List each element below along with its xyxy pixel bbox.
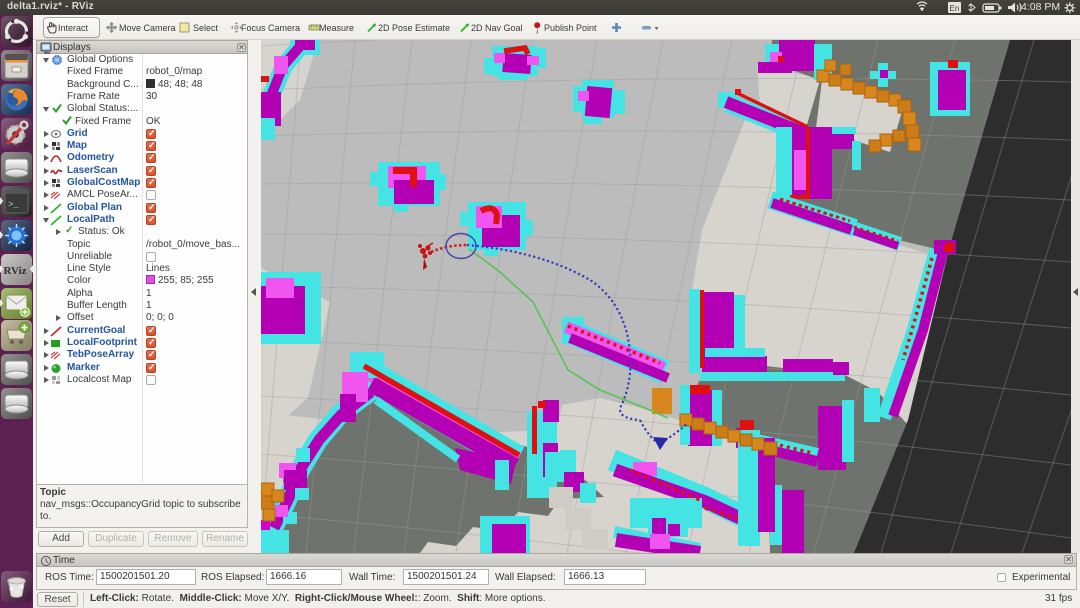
svg-text:>_: >_ — [8, 200, 19, 210]
svg-text:RViz: RViz — [4, 265, 27, 277]
svg-text:En: En — [950, 4, 960, 13]
